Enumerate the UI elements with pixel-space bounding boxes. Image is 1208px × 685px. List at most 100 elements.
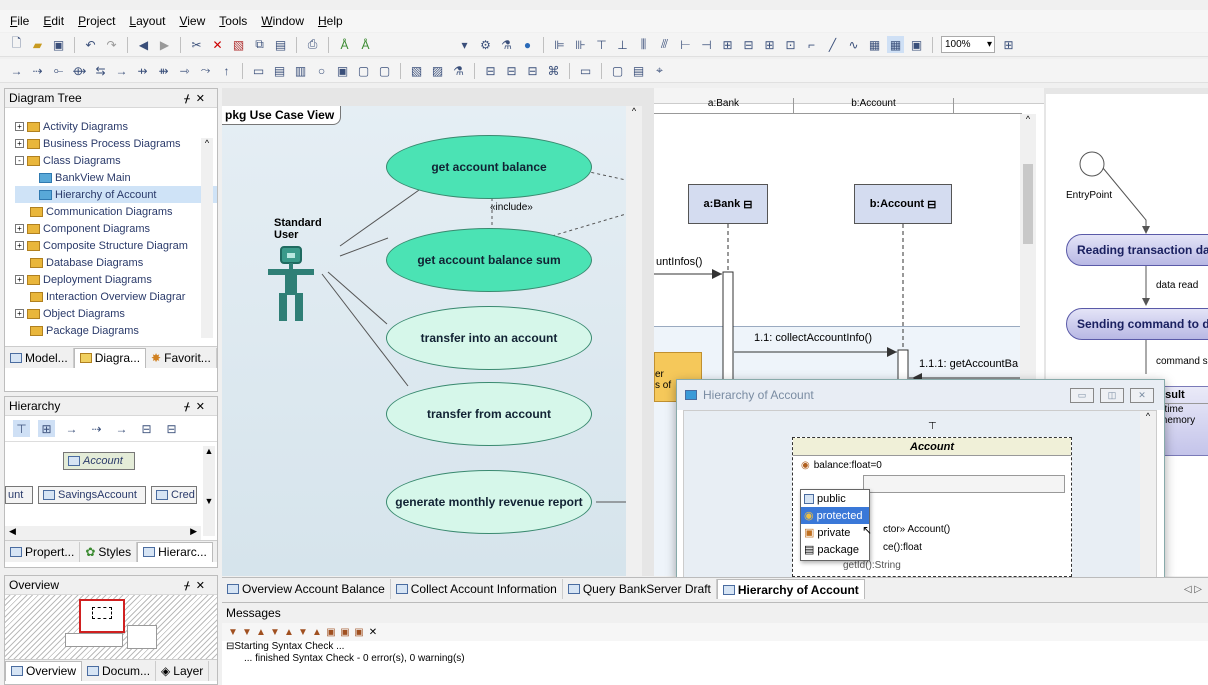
new-attribute-input[interactable]	[863, 475, 1065, 493]
line-direct-icon[interactable]: ╱	[824, 36, 841, 53]
paste-icon[interactable]: ▤	[272, 36, 289, 53]
tree-item[interactable]: + Composite Structure Diagram	[15, 237, 217, 254]
show-generalization-icon[interactable]: →	[63, 420, 80, 437]
hyperlink-icon[interactable]: ⌖	[651, 62, 668, 79]
generalization-icon[interactable]: →	[113, 62, 130, 79]
menu-tools[interactable]: Tools	[213, 14, 255, 28]
menu-layout[interactable]: Layout	[123, 14, 173, 28]
pin-close-controls[interactable]: ᚋ✕	[184, 579, 211, 592]
new-file-icon[interactable]: 🗋	[8, 36, 25, 53]
tree-item[interactable]: + Deployment Diagrams	[15, 271, 217, 288]
menu-file[interactable]: File	[4, 14, 37, 28]
class-diagram-canvas[interactable]: ^ Account ◉ balance:float=0 ctor» Accoun…	[683, 410, 1157, 579]
aggregation-icon[interactable]: ⟜	[50, 62, 67, 79]
minimize-button[interactable]: ▭	[1070, 387, 1094, 403]
visibility-option-protected[interactable]: ◉ protected	[801, 507, 869, 524]
find-icon[interactable]: Å	[336, 36, 353, 53]
operation-row[interactable]: ce():float	[883, 542, 922, 553]
align-top-icon[interactable]: ⊤	[593, 36, 610, 53]
dependency-icon[interactable]: ⇆	[92, 62, 109, 79]
find-icon[interactable]: ▣	[353, 626, 365, 638]
next-error-icon[interactable]: ▼	[269, 626, 281, 638]
cut-icon[interactable]: ✂	[188, 36, 205, 53]
zoom-select[interactable]: 100% ▾	[941, 36, 995, 53]
slot-icon[interactable]: ▨	[429, 62, 446, 79]
menu-view[interactable]: View	[173, 14, 213, 28]
tree-item[interactable]: + Object Diagrams	[15, 305, 217, 322]
show-association-icon[interactable]: →	[113, 420, 130, 437]
menu-help[interactable]: Help	[312, 14, 351, 28]
globe-icon[interactable]: ●	[519, 36, 536, 53]
collapse-icon[interactable]: ⊡	[782, 36, 799, 53]
use-case-diagram[interactable]: pkg Use Case View get account balance «i…	[222, 106, 642, 576]
visibility-dropdown[interactable]: public ◉ protected ▣ private ▤ package	[800, 489, 870, 561]
tab-hierarchy[interactable]: Hierarc...	[137, 541, 213, 562]
overview-canvas[interactable]	[5, 595, 217, 659]
doc-tab-overview-account-balance[interactable]: Overview Account Balance	[222, 579, 391, 599]
show-dependency-icon[interactable]: ⇢	[88, 420, 105, 437]
hierarchy-root-node[interactable]: Account	[63, 452, 135, 470]
open-folder-icon[interactable]: ▰	[29, 36, 46, 53]
enumeration-icon[interactable]: ▣	[334, 62, 351, 79]
merge-icon[interactable]: ⚗	[498, 36, 515, 53]
tab-diagram-tree[interactable]: Diagra...	[73, 347, 147, 368]
hierarchy-node[interactable]: Cred	[151, 486, 197, 504]
hierarchy-graph-icon[interactable]: ⊞	[38, 420, 55, 437]
hierarchy-node[interactable]: unt	[5, 486, 33, 504]
tree-item[interactable]: BankView Main	[15, 169, 217, 186]
tree-item[interactable]: + Component Diagrams	[15, 220, 217, 237]
include-icon[interactable]: ⤳	[197, 62, 214, 79]
tab-styles[interactable]: ✿ Styles	[80, 541, 138, 562]
next-warning-icon[interactable]: ▼	[297, 626, 309, 638]
hierarchy-tool-1-icon[interactable]: ⊟	[482, 62, 499, 79]
interface-icon[interactable]: ▥	[292, 62, 309, 79]
note-icon[interactable]: ▢	[609, 62, 626, 79]
actor-icon[interactable]	[266, 246, 316, 324]
composition-icon[interactable]: ⟴	[71, 62, 88, 79]
save-icon[interactable]: ▣	[50, 36, 67, 53]
generate-icon[interactable]: ⚙	[477, 36, 494, 53]
use-case-transfer-into-account[interactable]: transfer into an account	[386, 306, 592, 370]
line-orthogonal-icon[interactable]: ⌐	[803, 36, 820, 53]
tab-favorites[interactable]: ✸ Favorit...	[146, 347, 217, 368]
use-case-get-account-balance[interactable]: get account balance	[386, 135, 592, 199]
snap-grid-icon[interactable]: ▦	[887, 36, 904, 53]
doc-tab-hierarchy-of-account[interactable]: Hierarchy of Account	[716, 579, 865, 599]
use-case-generate-monthly-revenue-report[interactable]: generate monthly revenue report	[386, 470, 592, 534]
menu-project[interactable]: Project	[72, 14, 123, 28]
replace-icon[interactable]: Å	[357, 36, 374, 53]
copy-icon[interactable]: ▣	[325, 626, 337, 638]
doc-tab-query-bankserver-draft[interactable]: Query BankServer Draft	[563, 579, 717, 599]
package-icon[interactable]: ▭	[250, 62, 267, 79]
tab-documentation[interactable]: Docum...	[82, 660, 157, 681]
tree-item[interactable]: + Activity Diagrams	[15, 118, 217, 135]
tab-model-tree[interactable]: Model...	[5, 347, 74, 368]
usage-icon[interactable]: ⇸	[134, 62, 151, 79]
close-button[interactable]: ✕	[1130, 387, 1154, 403]
role-icon[interactable]: ⚗	[450, 62, 467, 79]
containment-icon[interactable]: ↑	[218, 62, 235, 79]
instance-icon[interactable]: ▧	[408, 62, 425, 79]
tree-item[interactable]: Hierarchy of Account	[15, 186, 217, 203]
datatype-icon[interactable]: ▢	[355, 62, 372, 79]
overview-viewport[interactable]	[79, 599, 125, 633]
tree-item[interactable]: + Business Process Diagrams	[15, 135, 217, 152]
align-bottom-icon[interactable]: ⊥	[614, 36, 631, 53]
class-icon[interactable]: ▤	[271, 62, 288, 79]
document-icon[interactable]: ▤	[630, 62, 647, 79]
visibility-option-package[interactable]: ▤ package	[801, 541, 869, 558]
collapse-icon[interactable]: -	[15, 156, 24, 165]
expand-icon[interactable]: +	[15, 275, 24, 284]
hierarchy-node[interactable]: SavingsAccount	[38, 486, 146, 504]
overview-toggle-icon[interactable]: ▣	[908, 36, 925, 53]
previous-warning-icon[interactable]: ▲	[311, 626, 323, 638]
constraint-icon[interactable]: ⌘	[545, 62, 562, 79]
tree-item[interactable]: Communication Diagrams	[15, 203, 217, 220]
operation-row[interactable]: ctor» Account()	[883, 524, 950, 535]
action-reading-transaction[interactable]: Reading transaction dat	[1066, 234, 1208, 266]
window-titlebar[interactable]: Hierarchy of Account ▭ ◫ ✕	[677, 380, 1164, 410]
vertical-scrollbar[interactable]: ^	[626, 106, 642, 576]
filter-icon[interactable]: ▼	[227, 626, 239, 638]
autolayout-icon[interactable]: ⊞	[719, 36, 736, 53]
vertical-scrollbar[interactable]: ^	[201, 138, 213, 338]
